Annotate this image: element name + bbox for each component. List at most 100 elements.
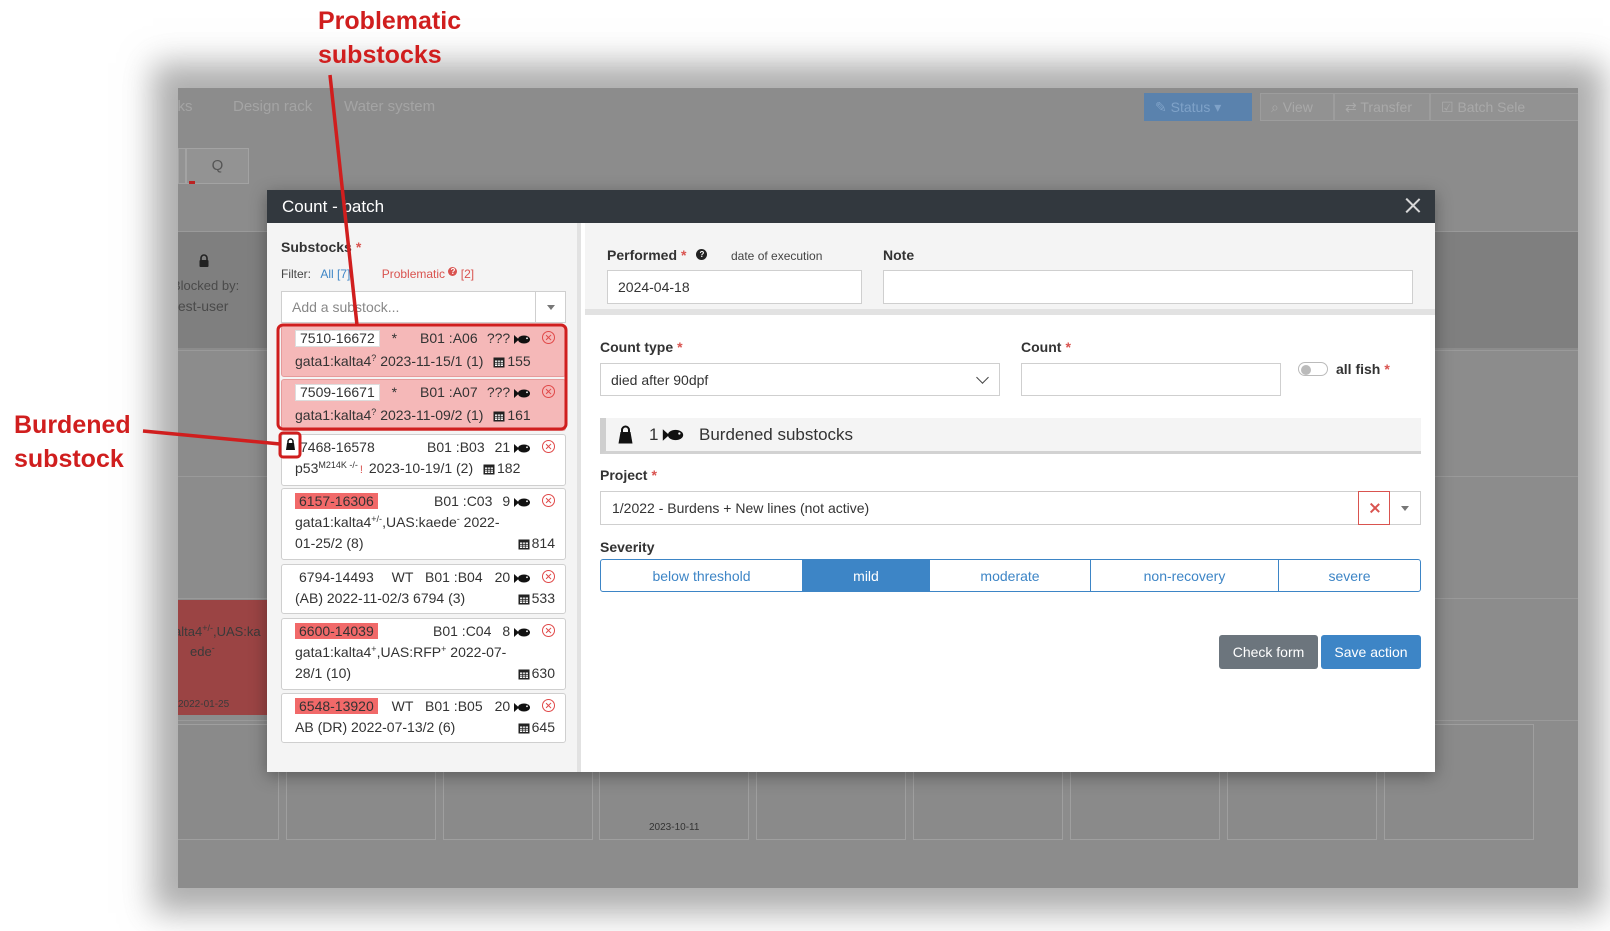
substocks-label: Substocks *: [281, 239, 362, 255]
fish-icon: [514, 335, 531, 344]
modal-header: Count - batch: [267, 190, 1435, 223]
severity-mild[interactable]: mild: [802, 559, 930, 592]
count-type-label: Count type *: [600, 339, 683, 355]
substock-count: 20: [494, 698, 511, 714]
toggle-knob: [1301, 365, 1311, 375]
bg-status-button: ✎ Status ▾: [1144, 93, 1252, 121]
performed-date-input[interactable]: [607, 270, 862, 304]
substock-tank: 630: [531, 665, 555, 681]
remove-substock-icon[interactable]: [542, 440, 555, 453]
all-fish-label: all fish *: [1336, 361, 1390, 377]
remove-substock-icon[interactable]: [542, 385, 555, 398]
count-label: Count *: [1021, 339, 1071, 355]
check-form-button[interactable]: Check form: [1219, 635, 1318, 669]
bg-red-marker: [189, 181, 195, 184]
substock-card[interactable]: 6157-16306 B01 :C03 9 gata1:kalta4+/-,UA…: [281, 488, 566, 560]
count-input[interactable]: [1021, 363, 1281, 396]
substock-id: 6794-14493: [295, 569, 378, 585]
substock-count: 8: [502, 623, 511, 639]
substock-genotype-tag: *: [391, 384, 398, 400]
substock-dropdown-toggle[interactable]: [535, 292, 565, 322]
calendar-icon: [493, 357, 505, 368]
substock-id: 7509-16671: [295, 384, 380, 401]
bg-lock-icon: [199, 254, 209, 267]
count-type-select[interactable]: died after 90dpf: [600, 363, 1000, 396]
substocks-panel: Substocks * Filter: All [7] Problematic ?…: [267, 223, 581, 772]
project-select[interactable]: 1/2022 - Burdens + New lines (not active…: [600, 491, 1421, 525]
filter-problematic-link[interactable]: Problematic ? [2]: [382, 267, 474, 281]
substock-tank: 645: [531, 719, 555, 735]
chevron-down-icon: [976, 371, 989, 384]
performed-hint: date of execution: [731, 249, 823, 263]
substock-card[interactable]: 7509-16671 * B01 :A07 ??? gata1:kalta4? …: [281, 379, 566, 431]
calendar-icon: [483, 464, 495, 475]
substock-count: ???: [486, 330, 511, 346]
substock-position: B01 :A06: [420, 330, 478, 346]
bg-tab-stocks: cks: [178, 98, 193, 115]
substock-card[interactable]: 6794-14493 WT B01 :B04 20 (AB) 2022-11-0…: [281, 564, 566, 614]
annotation-burdened: Burdened substock: [14, 411, 131, 473]
caret-down-icon: [1401, 506, 1409, 511]
fish-icon: [514, 628, 531, 637]
annotation-problematic: Problematic substocks: [318, 7, 462, 69]
severity-moderate[interactable]: moderate: [929, 559, 1091, 592]
substock-position: B01 :B05: [425, 698, 483, 714]
severity-below-threshold[interactable]: below threshold: [600, 559, 803, 592]
remove-substock-icon[interactable]: [542, 570, 555, 583]
count-type-value: died after 90dpf: [611, 372, 709, 388]
close-icon[interactable]: [1405, 197, 1421, 213]
bg-red-tile-date: 2022-01-25: [178, 699, 230, 710]
all-fish-toggle[interactable]: [1298, 362, 1328, 376]
substock-card[interactable]: 6548-13920 WT B01 :B05 20 AB (DR) 2022-0…: [281, 693, 566, 743]
substock-count: 20: [494, 569, 511, 585]
substock-position: B01 :C03: [434, 493, 493, 509]
calendar-icon: [518, 539, 530, 550]
bg-tab-design-rack: Design rack: [233, 98, 313, 115]
caret-down-icon: [546, 305, 555, 310]
remove-substock-icon[interactable]: [542, 699, 555, 712]
bg-search-button: Q: [186, 148, 249, 184]
bg-blocked-by-label: Blocked by:: [178, 278, 240, 293]
note-input[interactable]: [883, 270, 1413, 304]
substock-card[interactable]: 7510-16672 * B01 :A06 ??? gata1:kalta4? …: [281, 325, 566, 377]
substock-tank: 155: [507, 353, 531, 369]
problematic-badge-icon: ?: [448, 267, 458, 276]
fish-icon: [662, 429, 684, 441]
count-form: Count type * died after 90dpf Count * all …: [585, 321, 1435, 772]
fish-icon: [514, 498, 531, 507]
bg-search-left: [178, 148, 186, 184]
remove-substock-icon[interactable]: [542, 331, 555, 344]
severity-non-recovery[interactable]: non-recovery: [1090, 559, 1279, 592]
filter-all-link[interactable]: All [7]: [320, 267, 350, 281]
bg-cell-date: 2023-10-11: [649, 822, 700, 833]
severity-label: Severity: [600, 539, 655, 555]
project-value: 1/2022 - Burdens + New lines (not active…: [612, 500, 870, 516]
substock-genotype-tag: WT: [391, 698, 414, 714]
substock-genotype-tag: WT: [391, 569, 414, 585]
substock-card[interactable]: 6600-14039 B01 :C04 8 gata1:kalta4+,UAS:…: [281, 618, 566, 690]
remove-substock-icon[interactable]: [542, 494, 555, 507]
clear-icon[interactable]: [1358, 491, 1390, 525]
substock-tank: 533: [531, 590, 555, 606]
severity-severe[interactable]: severe: [1278, 559, 1421, 592]
substock-count: 21: [494, 439, 511, 455]
add-substock-select[interactable]: [281, 291, 566, 323]
calendar-icon: [518, 669, 530, 680]
substock-id: 6157-16306: [295, 493, 378, 509]
performed-label: Performed *?: [607, 247, 708, 263]
add-substock-input[interactable]: [282, 292, 536, 322]
project-dropdown-toggle[interactable]: [1390, 492, 1420, 524]
calendar-icon: [493, 411, 505, 422]
burdened-label: Burdened substocks: [699, 425, 854, 444]
screenshot-stage: cks Design rack Water system ✎ Status ▾ …: [0, 0, 1610, 931]
bg-grid-cell: [178, 724, 279, 840]
help-icon[interactable]: ?: [696, 249, 708, 260]
filter-label: Filter:: [281, 267, 311, 281]
fish-icon: [514, 574, 531, 583]
substock-count: ???: [486, 384, 511, 400]
remove-substock-icon[interactable]: [542, 624, 555, 637]
substock-position: B01 :B03: [427, 439, 485, 455]
save-action-button[interactable]: Save action: [1321, 635, 1421, 669]
substock-id: 6548-13920: [295, 698, 378, 714]
substock-card[interactable]: 7468-16578 B01 :B03 21 p53M214K -/-! 202…: [281, 434, 566, 486]
